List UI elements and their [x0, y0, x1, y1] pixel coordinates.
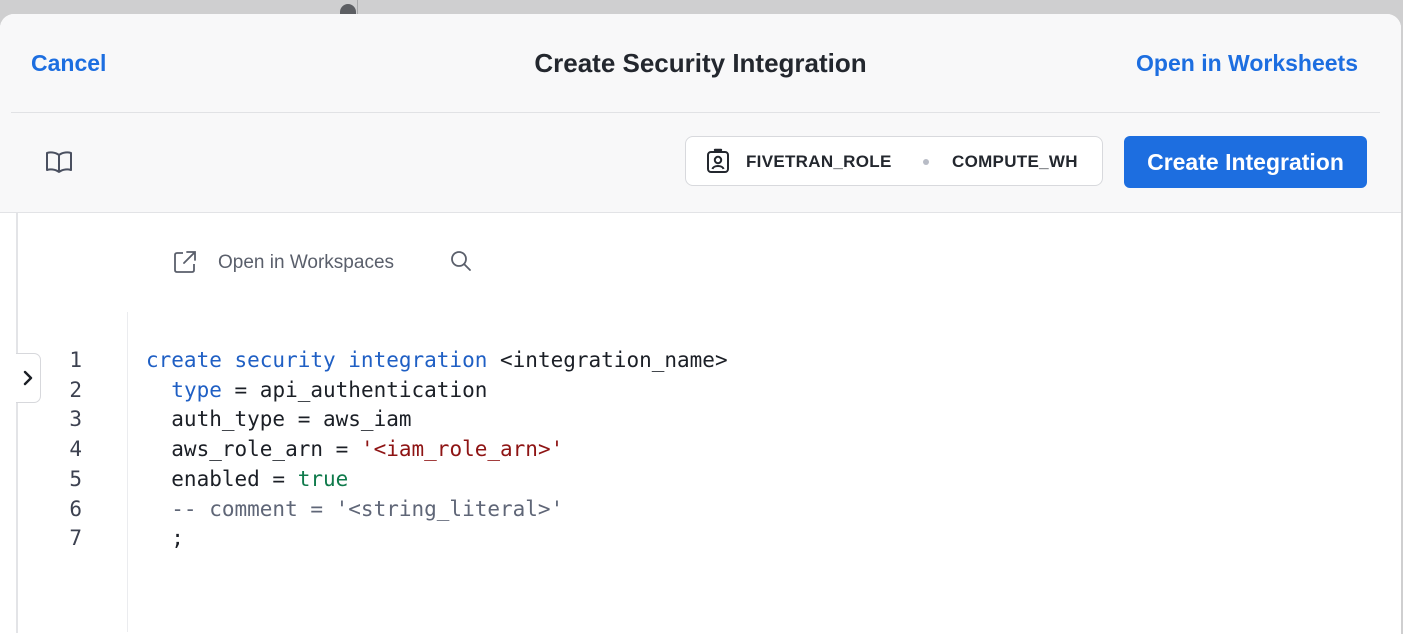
line-number: 1 [69, 348, 82, 372]
line-number: 6 [69, 496, 82, 521]
code-text: create security integration <integration… [146, 348, 728, 372]
editor-border [16, 213, 18, 633]
code-token: type [171, 377, 222, 402]
code-token: <integration_name> [487, 348, 728, 372]
role-badge-icon [707, 148, 729, 173]
external-link-icon [174, 251, 196, 273]
code-text: aws_role_arn = '<iam_role_arn>' [146, 437, 563, 461]
code-token: '<iam_role_arn>' [360, 437, 564, 462]
chevron-right-icon [23, 370, 33, 386]
separator-dot [923, 159, 929, 165]
open-in-workspaces-label: Open in Workspaces [218, 252, 395, 273]
code-token: aws_role_arn = [146, 437, 361, 462]
code-token: auth_type = aws_iam [146, 407, 412, 432]
code-token: -- comment = '<string_literal>' [146, 496, 564, 521]
line-number: 4 [69, 437, 82, 462]
code-token: create security integration [146, 348, 488, 372]
context-selector[interactable]: FIVETRAN_ROLE COMPUTE_WH [685, 136, 1103, 186]
dialog-header: Cancel Create Security Integration Open … [0, 14, 1401, 213]
create-security-integration-dialog: Cancel Create Security Integration Open … [0, 14, 1401, 634]
open-in-worksheets-link[interactable]: Open in Worksheets [1136, 50, 1358, 77]
line-number: 2 [69, 377, 82, 402]
line-number: 5 [69, 466, 82, 491]
expand-panel-button[interactable] [16, 353, 41, 403]
line-number: 7 [69, 526, 82, 551]
code-text: ; [146, 526, 184, 550]
window-divider [357, 0, 358, 14]
header-divider [11, 112, 1380, 113]
code-token: enabled = [146, 466, 298, 491]
role-label: FIVETRAN_ROLE [746, 152, 892, 171]
code-token: ; [146, 526, 184, 551]
book-icon[interactable] [44, 149, 74, 175]
warehouse-label: COMPUTE_WH [952, 152, 1078, 171]
create-integration-button[interactable]: Create Integration [1124, 136, 1367, 188]
code-text: enabled = true [146, 467, 348, 491]
line-number: 3 [69, 407, 82, 432]
code-token: = api_authentication [221, 377, 488, 402]
code-text: auth_type = aws_iam [146, 407, 412, 432]
gutter-divider [127, 312, 128, 632]
code-text: -- comment = '<string_literal>' [146, 497, 563, 521]
code-text: type = api_authentication [146, 378, 487, 402]
code-token: true [297, 466, 349, 491]
search-icon[interactable] [449, 249, 473, 273]
